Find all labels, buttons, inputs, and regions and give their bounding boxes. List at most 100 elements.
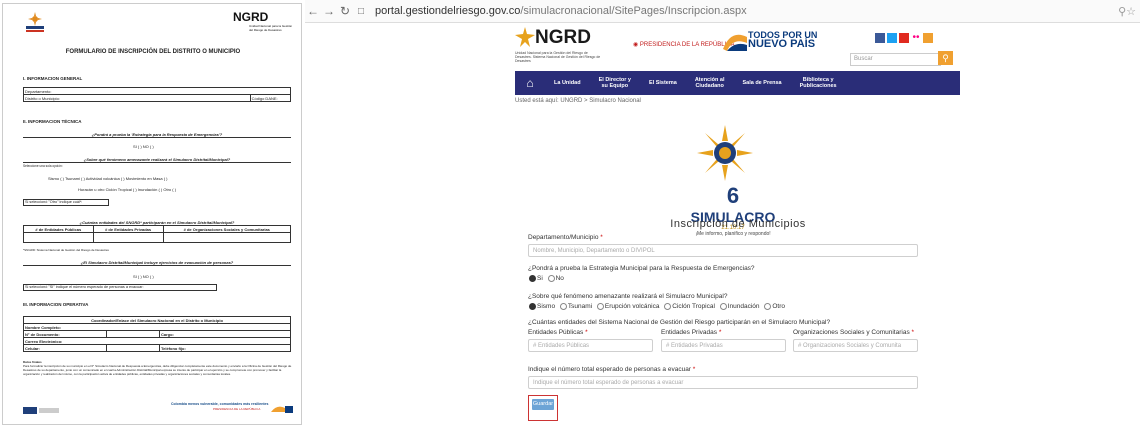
todos-logo[interactable]: TODOS POR UN NUEVO PAÍS (748, 31, 817, 50)
q4-heading: ¿El Simulacro Distrital/Municipal incluy… (23, 260, 291, 266)
general-table: Departamento: Distrito o Municipio: Códig… (23, 87, 292, 102)
required-mark: * (692, 366, 696, 373)
search-input[interactable]: Buscar (850, 53, 941, 66)
required-mark: * (911, 329, 915, 336)
q4-label-text: Indique el número total esperado de pers… (528, 366, 691, 373)
dept-input[interactable]: Nombre, Municipio, Departamento o DIVIPO… (528, 244, 918, 257)
site-header: NGRD Unidad Nacional para la Gestión del… (515, 25, 960, 67)
q3-col: # de Entidades Privadas (92, 225, 164, 233)
dept-label-text: Departamento/Municipio (528, 234, 599, 241)
simulacro-number: 6 (726, 183, 740, 208)
q2-radio-inundacion[interactable] (719, 303, 727, 310)
q2-opt: Sismo (537, 303, 556, 311)
organizaciones-placeholder: # Organizaciones Sociales y Comunita (798, 343, 902, 349)
facebook-icon[interactable] (875, 33, 885, 43)
note-text: Para formalizar la inscripción de su mun… (23, 364, 292, 376)
url-domain: portal.gestiondelriesgo.gov.co (375, 5, 521, 17)
presidencia-text: PRESIDENCIA DE LA REPÚBLICA (639, 42, 735, 48)
q2-opt: Ciclón Tropical (672, 303, 715, 311)
q2-options-line1: Sismo ( ) Tsunami ( ) Actividad volcánic… (48, 176, 168, 181)
main-nav: ⌂ La Unidad El Director y su Equipo El S… (515, 71, 960, 95)
operativa-table: Coordinador/Enlace del Simulacro Naciona… (23, 316, 291, 352)
zoom-star-icons[interactable]: ⚲☆ (1118, 5, 1136, 18)
youtube-icon[interactable] (899, 33, 909, 43)
general-row: Departamento: (23, 87, 291, 95)
simulacro-logo-icon (26, 12, 44, 32)
search-icon[interactable]: ⚲ (938, 51, 953, 65)
dept-placeholder: Nombre, Municipio, Departamento o DIVIPO… (533, 248, 655, 254)
footer-logo-icon (23, 407, 59, 414)
q2-opt: Tsunami (567, 303, 593, 311)
save-highlight: Guardar (528, 395, 558, 421)
q1-opt-no: No (555, 275, 564, 283)
nav-item-prensa[interactable]: Sala de Prensa (733, 80, 790, 86)
organizaciones-input[interactable]: # Organizaciones Sociales y Comunita (793, 339, 918, 352)
url-path: /simulacronacional/SitePages/Inscripcion… (520, 5, 747, 17)
site-logo-sub: Unidad Nacional para la Gestión del Ries… (515, 51, 601, 63)
q3-col-label: Entidades Públicas * (528, 329, 588, 336)
nav-item-sistema[interactable]: El Sistema (640, 80, 686, 86)
footer-todos-icon (271, 406, 293, 413)
q2-radio-erupcion[interactable] (596, 303, 604, 310)
twitter-icon[interactable] (887, 33, 897, 43)
home-icon[interactable]: ⌂ (515, 76, 545, 90)
q4-options: SI ( ) NO ( ) (133, 274, 154, 279)
simulacro-tagline: ¡Me informo, planifico y respondo! (695, 231, 771, 237)
presidencia-logo[interactable]: ◉ PRESIDENCIA DE LA REPÚBLICA (633, 41, 735, 48)
q2-radio-otro[interactable] (764, 303, 772, 310)
page-icon: □ (357, 5, 365, 17)
operativa-tel: Teléfono fijo: (159, 344, 291, 352)
q3-label: ¿Cuántas entidades del Sistema Nacional … (528, 319, 831, 326)
ngrd-logo-text: NGRD (233, 10, 269, 24)
q1-radio-si[interactable] (529, 275, 536, 282)
todos-swoosh-icon (723, 34, 747, 51)
browser-toolbar: ← → ↻ □ portal.gestiondelriesgo.gov.co/s… (305, 0, 1140, 23)
q2-options-line2: Huracán u otro Ciclón Tropical ( ) Inund… (78, 187, 177, 192)
search-placeholder: Buscar (854, 56, 873, 62)
operativa-row: Celular: (23, 344, 107, 352)
site-logo[interactable]: NGRD Unidad Nacional para la Gestión del… (515, 25, 605, 65)
nav-item-biblioteca[interactable]: Biblioteca y Publicaciones (791, 77, 846, 89)
paper-form: NGRD Unidad Nacional para la Gestión del… (2, 3, 302, 425)
breadcrumb[interactable]: Usted está aquí: UNGRD > Simulacro Nacio… (515, 98, 641, 104)
q3-table: # de Entidades Públicas # de Entidades P… (23, 225, 292, 243)
q3-col-text: Entidades Públicas (528, 329, 584, 336)
q1-label: ¿Pondrá a prueba la Estrategia Municipal… (528, 265, 755, 272)
evacuar-placeholder: Indique el número total esperado de pers… (533, 380, 684, 386)
flickr-icon[interactable]: •• (911, 33, 921, 43)
operativa-row: N° de Documento: (23, 330, 107, 338)
save-button[interactable]: Guardar (532, 399, 554, 410)
required-mark: * (585, 329, 588, 336)
ngrd-logo: NGRD Unidad Nacional para la Gestión del… (233, 10, 295, 40)
nav-item-atencion[interactable]: Atención al Ciudadano (686, 77, 734, 89)
q2-options: Sismo Tsunami Erupción volcánica Ciclón … (526, 303, 785, 310)
presidencia-shield-icon: ◉ (633, 42, 640, 48)
form-heading: Inscripción de Municipios (670, 218, 806, 230)
nav-item-la-unidad[interactable]: La Unidad (545, 80, 590, 86)
evacuar-input[interactable]: Indique el número total esperado de pers… (528, 376, 918, 389)
q3-col: # de Entidades Públicas (23, 225, 94, 233)
rss-icon[interactable] (923, 33, 933, 43)
entidades-publicas-input[interactable]: # Entidades Públicas (528, 339, 653, 352)
web-page: NGRD Unidad Nacional para la Gestión del… (305, 23, 1140, 425)
nav-item-director[interactable]: El Director y su Equipo (590, 77, 640, 89)
operativa-row: Correo Electrónico: (23, 337, 291, 345)
q2-otro-box: Si seleccionó "Otro" indique cuál*: (23, 199, 109, 206)
back-arrow-icon[interactable]: ← (305, 4, 321, 18)
entidades-privadas-input[interactable]: # Entidades Privadas (661, 339, 786, 352)
section-operativa: III. INFORMACION OPERATIVA (23, 302, 89, 307)
q1-radio-no[interactable] (547, 275, 555, 282)
social-links: •• (875, 33, 933, 43)
codigo-dane-cell: Código DANE: (249, 94, 292, 102)
required-mark: * (600, 234, 603, 241)
q2-radio-sismo[interactable] (529, 303, 536, 310)
q2-radio-ciclon[interactable] (664, 303, 672, 310)
address-bar[interactable]: portal.gestiondelriesgo.gov.co/simulacro… (375, 5, 747, 17)
browser-window: ← → ↻ □ portal.gestiondelriesgo.gov.co/s… (305, 0, 1140, 425)
ngrd-logo-sub: Unidad Nacional para la Gestión del Ries… (249, 24, 293, 32)
forward-arrow-icon[interactable]: → (321, 4, 337, 18)
reload-icon[interactable]: ↻ (337, 4, 353, 18)
entidades-publicas-placeholder: # Entidades Públicas (533, 343, 590, 349)
ngrd-star-icon (515, 27, 535, 47)
q2-radio-tsunami[interactable] (559, 303, 567, 310)
